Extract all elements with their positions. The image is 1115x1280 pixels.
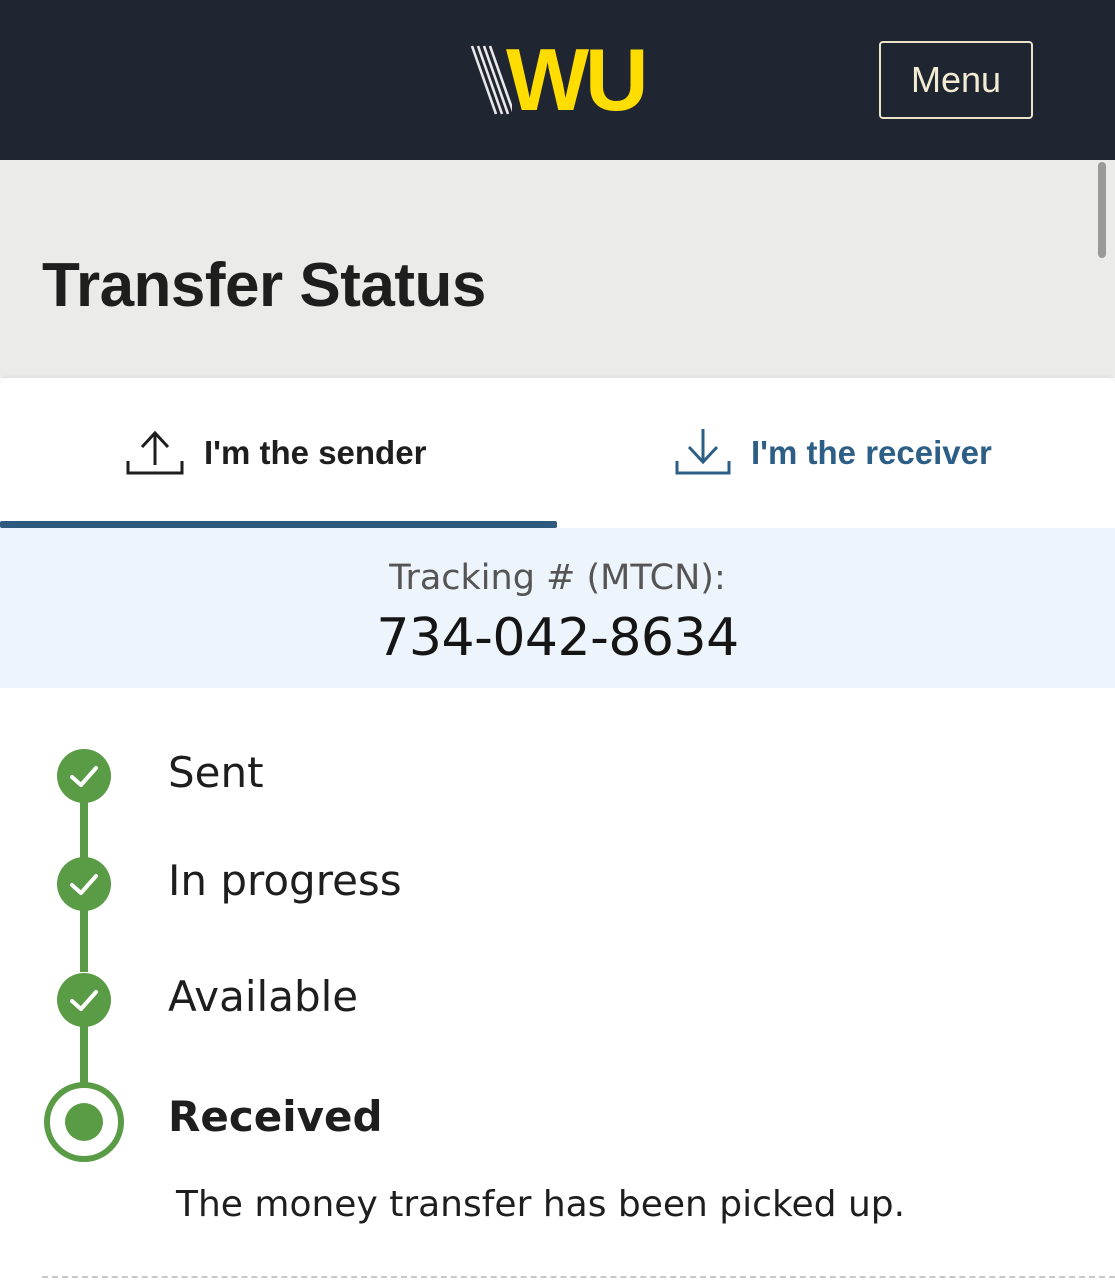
status-message: The money transfer has been picked up. [176,1184,906,1225]
tab-sender[interactable]: I'm the sender [0,378,557,528]
tab-sender-label: I'm the sender [204,434,427,471]
logo-text: WU [506,30,649,129]
status-step-sent: Sent [168,748,264,797]
check-circle-icon [57,857,111,911]
status-timeline: Sent In progress Available Received The … [0,688,1115,1280]
tracking-label: Tracking # (MTCN): [389,558,726,598]
status-step-received: Received [168,1092,383,1141]
download-icon [675,429,731,475]
radio-dot-icon [44,1082,124,1162]
check-circle-icon [57,973,111,1027]
menu-button[interactable]: Menu [879,41,1033,119]
check-circle-icon [57,749,111,803]
selected-tab-indicator [0,521,557,528]
tracking-number: 734-042-8634 [376,608,739,668]
page-title: Transfer Status [42,251,486,320]
status-step-in-progress: In progress [168,856,402,905]
tab-receiver-label: I'm the receiver [751,434,992,471]
top-navigation-bar: WU Menu [0,0,1115,160]
western-union-logo[interactable]: WU [466,30,656,129]
divider [42,1276,1115,1278]
upload-icon [126,430,184,475]
tracking-section: Tracking # (MTCN): 734-042-8634 [0,528,1115,688]
tab-receiver[interactable]: I'm the receiver [557,378,1115,528]
timeline-connector [80,798,88,858]
role-tabs: I'm the sender I'm the receiver [0,378,1115,528]
timeline-connector [80,1024,88,1084]
status-step-available: Available [168,972,359,1021]
timeline-connector [80,908,88,972]
page: WU Menu Transfer Status I'm the sender I… [0,0,1115,1280]
scrollbar[interactable] [1098,162,1106,258]
